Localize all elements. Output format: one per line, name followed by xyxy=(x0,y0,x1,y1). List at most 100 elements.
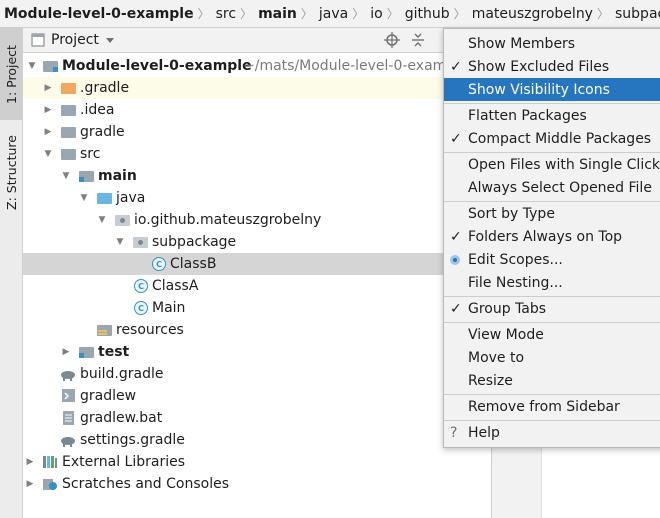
tree-label: ClassB xyxy=(170,256,217,272)
package-icon xyxy=(133,234,149,250)
menu-item-label: Move to xyxy=(468,349,525,366)
tree-label: build.gradle xyxy=(80,366,164,382)
menu-item-compact-middle-packages[interactable]: ✓ Compact Middle Packages xyxy=(444,127,660,150)
tree-row-external-libraries[interactable]: ▶ External Libraries xyxy=(23,451,490,473)
breadcrumb-io[interactable]: io xyxy=(366,6,384,22)
expanded-arrow-icon[interactable]: ▼ xyxy=(27,61,37,71)
tree-label: main xyxy=(98,168,137,184)
tree-row-gradlew[interactable]: gradlew xyxy=(23,385,490,407)
tree-row-test[interactable]: ▶ test xyxy=(23,341,490,363)
expanded-arrow-icon[interactable]: ▼ xyxy=(43,149,53,159)
breadcrumb-separator-icon: 〉 xyxy=(300,7,313,21)
source-set-folder-icon xyxy=(79,344,95,360)
menu-item-label: Sort by Type xyxy=(468,205,555,222)
collapsed-arrow-icon[interactable]: ▶ xyxy=(43,83,53,93)
folder-icon xyxy=(61,102,77,118)
tree-label: subpackage xyxy=(152,234,237,250)
tree-row-src[interactable]: ▼ src xyxy=(23,143,490,165)
collapsed-arrow-icon[interactable]: ▶ xyxy=(25,457,35,467)
tree-row-java[interactable]: ▼ java xyxy=(23,187,490,209)
tree-row-root[interactable]: ▼ Module-level-0-example ~/mats/Module-l… xyxy=(23,55,490,77)
menu-item-flatten-packages[interactable]: Flatten Packages xyxy=(444,104,660,127)
expanded-arrow-icon[interactable]: ▼ xyxy=(61,171,71,181)
menu-item-open-files-single-click[interactable]: Open Files with Single Click xyxy=(444,153,660,176)
menu-item-label: Always Select Opened File xyxy=(468,179,652,196)
project-tree[interactable]: ▼ Module-level-0-example ~/mats/Module-l… xyxy=(23,53,490,518)
crosshair-icon[interactable] xyxy=(384,32,400,48)
breadcrumb-subpackage[interactable]: subpackage xyxy=(611,6,660,22)
breadcrumb-github[interactable]: github xyxy=(401,6,452,22)
tree-label: .idea xyxy=(80,102,115,118)
menu-item-file-nesting[interactable]: File Nesting... xyxy=(444,271,660,294)
menu-item-always-select-opened-file[interactable]: Always Select Opened File xyxy=(444,176,660,199)
help-icon: ? xyxy=(450,424,458,441)
expanded-arrow-icon[interactable]: ▼ xyxy=(97,215,107,225)
source-folder-icon xyxy=(97,190,113,206)
project-view-icon xyxy=(31,33,45,47)
menu-item-show-excluded-files[interactable]: ✓ Show Excluded Files xyxy=(444,55,660,78)
collapsed-arrow-icon[interactable]: ▶ xyxy=(25,479,35,489)
menu-item-remove-from-sidebar[interactable]: Remove from Sidebar xyxy=(444,395,660,418)
menu-item-label: Flatten Packages xyxy=(468,107,587,124)
tree-row-subpackage[interactable]: ▼ subpackage xyxy=(23,231,490,253)
tree-row-idea[interactable]: ▶ .idea xyxy=(23,99,490,121)
menu-item-sort-by-type[interactable]: Sort by Type xyxy=(444,202,660,225)
tree-label: resources xyxy=(116,322,184,338)
project-view-options-menu: Show Members ✓ Show Excluded Files Show … xyxy=(443,28,660,448)
checkmark-icon: ✓ xyxy=(450,300,462,317)
breadcrumb-java[interactable]: java xyxy=(315,6,350,22)
tree-row-gradle-hidden[interactable]: ▶ .gradle xyxy=(23,77,490,99)
menu-item-move-to[interactable]: Move to xyxy=(444,346,660,369)
tree-row-classa[interactable]: C ClassA xyxy=(23,275,490,297)
breadcrumb-separator-icon: 〉 xyxy=(386,7,399,21)
menu-item-resize[interactable]: Resize xyxy=(444,369,660,392)
menu-item-edit-scopes[interactable]: Edit Scopes... xyxy=(444,248,660,271)
project-tool-tab[interactable]: 1: Project xyxy=(0,28,22,120)
tree-label: .gradle xyxy=(80,80,130,96)
collapse-all-icon[interactable] xyxy=(410,32,426,48)
menu-item-show-visibility-icons[interactable]: Show Visibility Icons xyxy=(444,78,660,101)
menu-item-group-tabs[interactable]: ✓ Group Tabs xyxy=(444,297,660,320)
collapsed-arrow-icon[interactable]: ▶ xyxy=(61,347,71,357)
tree-row-gradle[interactable]: ▶ gradle xyxy=(23,121,490,143)
tree-row-build-gradle[interactable]: build.gradle xyxy=(23,363,490,385)
tree-label: gradlew xyxy=(80,388,137,404)
text-file-icon xyxy=(63,411,74,425)
menu-item-view-mode[interactable]: View Mode xyxy=(444,323,660,346)
menu-item-help[interactable]: ? Help xyxy=(444,421,660,444)
breadcrumb-separator-icon: 〉 xyxy=(240,7,253,21)
collapsed-arrow-icon[interactable]: ▶ xyxy=(43,127,53,137)
project-tool-tab-label: 1: Project xyxy=(3,44,19,104)
menu-item-label: File Nesting... xyxy=(468,274,563,291)
library-icon xyxy=(43,456,57,468)
tree-row-resources[interactable]: resources xyxy=(23,319,490,341)
checkmark-icon: ✓ xyxy=(450,58,462,75)
structure-tool-tab[interactable]: Z: Structure xyxy=(0,126,22,218)
collapsed-arrow-icon[interactable]: ▶ xyxy=(43,105,53,115)
module-folder-icon xyxy=(43,58,59,74)
structure-tool-tab-label: Z: Structure xyxy=(3,134,19,210)
menu-item-folders-always-on-top[interactable]: ✓ Folders Always on Top xyxy=(444,225,660,248)
breadcrumb-module[interactable]: Module-level-0-example xyxy=(0,6,196,22)
breadcrumb-main[interactable]: main xyxy=(254,6,299,22)
breadcrumb-src[interactable]: src xyxy=(212,6,238,22)
gradle-elephant-icon xyxy=(61,437,75,447)
tree-label: Main xyxy=(152,300,186,316)
tree-row-package[interactable]: ▼ io.github.mateuszgrobelny xyxy=(23,209,490,231)
breadcrumb-mateuszgrobelny[interactable]: mateuszgrobelny xyxy=(468,6,595,22)
tree-row-scratches[interactable]: ▶ Scratches and Consoles xyxy=(23,473,490,495)
expanded-arrow-icon[interactable]: ▼ xyxy=(115,237,125,247)
chevron-down-icon[interactable] xyxy=(105,36,115,44)
tool-window-strip: 1: Project Z: Structure xyxy=(0,28,23,518)
tree-row-main-class[interactable]: C Main xyxy=(23,297,490,319)
menu-item-show-members[interactable]: Show Members xyxy=(444,32,660,55)
tree-row-settings-gradle[interactable]: settings.gradle xyxy=(23,429,490,451)
tree-row-gradlew-bat[interactable]: gradlew.bat xyxy=(23,407,490,429)
tree-label: gradlew.bat xyxy=(80,410,163,426)
expanded-arrow-icon[interactable]: ▼ xyxy=(79,193,89,203)
tree-row-classb[interactable]: C ClassB xyxy=(23,253,490,275)
tree-label: test xyxy=(98,344,130,360)
tree-row-main[interactable]: ▼ main xyxy=(23,165,490,187)
project-panel-title[interactable]: Project xyxy=(51,32,99,48)
tree-label: External Libraries xyxy=(62,454,185,470)
